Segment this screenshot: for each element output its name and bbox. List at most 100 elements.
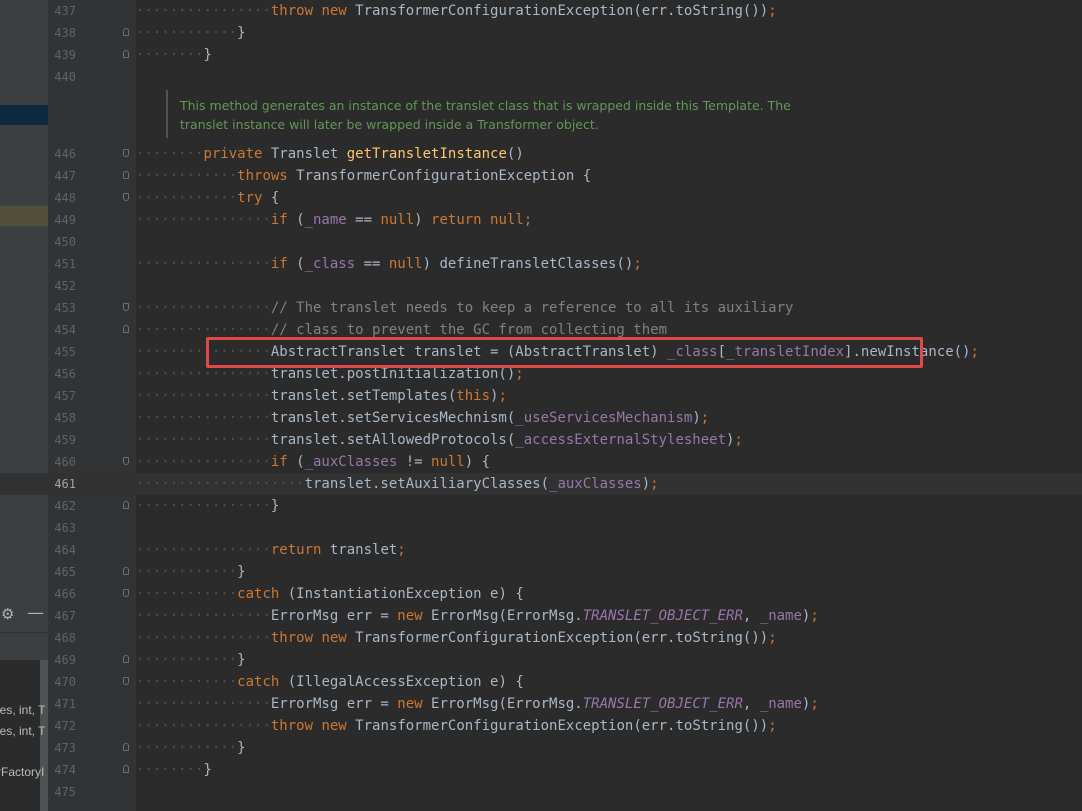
- line-number: 474: [54, 763, 76, 777]
- line-number: 461: [54, 477, 76, 491]
- code-line[interactable]: 437 ················throw new Transformer…: [0, 0, 1082, 22]
- fold-marker-icon[interactable]: [123, 193, 129, 201]
- code-line[interactable]: 450: [0, 231, 1082, 253]
- line-number: 449: [54, 213, 76, 227]
- code-line[interactable]: 457 ················translet.setTemplates…: [0, 385, 1082, 407]
- code-text: ············catch (IllegalAccessExceptio…: [136, 674, 524, 690]
- selected-tree-row[interactable]: [0, 105, 48, 125]
- code-line[interactable]: 448 ············try {: [0, 187, 1082, 209]
- code-line[interactable]: 446 ········private Translet getTransletI…: [0, 143, 1082, 165]
- line-number: 457: [54, 389, 76, 403]
- line-number: 446: [54, 147, 76, 161]
- code-line[interactable]: 472 ················throw new Transformer…: [0, 715, 1082, 737]
- line-number: 468: [54, 631, 76, 645]
- fold-marker-icon[interactable]: [123, 171, 129, 179]
- doc-comment-line: This method generates an instance of the…: [180, 98, 791, 113]
- code-line[interactable]: 466 ············catch (InstantiationExcep…: [0, 583, 1082, 605]
- code-text: ············}: [136, 652, 246, 668]
- fold-marker-icon[interactable]: [123, 501, 129, 509]
- line-number: 470: [54, 675, 76, 689]
- code-text: ····················translet.setAuxiliar…: [136, 476, 659, 492]
- line-number: 460: [54, 455, 76, 469]
- line-number: 440: [54, 70, 76, 84]
- code-text: ················throw new TransformerCon…: [136, 3, 777, 19]
- code-line[interactable]: 461 ····················translet.setAuxil…: [0, 473, 1082, 495]
- code-line[interactable]: 459 ················translet.setAllowedPr…: [0, 429, 1082, 451]
- fold-marker-icon[interactable]: [123, 149, 129, 157]
- code-line[interactable]: 463: [0, 517, 1082, 539]
- highlight-annotation-box: [206, 337, 923, 368]
- fold-marker-icon[interactable]: [123, 589, 129, 597]
- code-text: ············}: [136, 740, 246, 756]
- doc-comment-line: translet instance will later be wrapped …: [180, 117, 599, 132]
- code-text: ········private Translet getTransletInst…: [136, 146, 524, 162]
- code-line[interactable]: 438 ············}: [0, 22, 1082, 44]
- fold-marker-icon[interactable]: [123, 655, 129, 663]
- code-line[interactable]: 470 ············catch (IllegalAccessExcep…: [0, 671, 1082, 693]
- fold-marker-icon[interactable]: [123, 50, 129, 58]
- code-text: ········}: [136, 47, 212, 63]
- code-text: ················translet.setTemplates(th…: [136, 388, 507, 404]
- line-number: 472: [54, 719, 76, 733]
- code-line[interactable]: 462 ················}: [0, 495, 1082, 517]
- code-line[interactable]: 449 ················if (_name == null) re…: [0, 209, 1082, 231]
- line-number: 438: [54, 26, 76, 40]
- line-number: 454: [54, 323, 76, 337]
- code-text: ············try {: [136, 190, 280, 206]
- fold-marker-icon[interactable]: [123, 677, 129, 685]
- rendered-doc-comment: This method generates an instance of the…: [166, 90, 808, 138]
- code-line[interactable]: 464 ················return translet;: [0, 539, 1082, 561]
- code-text: ················ErrorMsg err = new Error…: [136, 696, 819, 712]
- code-text: ················if (_name == null) retur…: [136, 212, 533, 228]
- fold-marker-icon[interactable]: [123, 325, 129, 333]
- code-text: ············}: [136, 25, 246, 41]
- fold-marker-icon[interactable]: [123, 303, 129, 311]
- code-text: ················ErrorMsg err = new Error…: [136, 608, 819, 624]
- line-number: 453: [54, 301, 76, 315]
- code-line[interactable]: 440: [0, 66, 1082, 88]
- fold-marker-icon[interactable]: [123, 28, 129, 36]
- code-text: ········}: [136, 762, 212, 778]
- code-text: ················throw new TransformerCon…: [136, 718, 777, 734]
- fold-marker-icon[interactable]: [123, 567, 129, 575]
- line-number: 471: [54, 697, 76, 711]
- line-number: 469: [54, 653, 76, 667]
- line-number: 467: [54, 609, 76, 623]
- line-number: 459: [54, 433, 76, 447]
- code-text: ················// The translet needs to…: [136, 300, 794, 316]
- code-line[interactable]: 474 ········}: [0, 759, 1082, 781]
- fold-marker-icon[interactable]: [123, 457, 129, 465]
- line-number: 458: [54, 411, 76, 425]
- line-number: 464: [54, 543, 76, 557]
- line-number: 452: [54, 279, 76, 293]
- code-line[interactable]: 469 ············}: [0, 649, 1082, 671]
- code-line[interactable]: 460 ················if (_auxClasses != nu…: [0, 451, 1082, 473]
- code-line[interactable]: 439 ········}: [0, 44, 1082, 66]
- fold-marker-icon[interactable]: [123, 765, 129, 773]
- code-line[interactable]: 467 ················ErrorMsg err = new Er…: [0, 605, 1082, 627]
- line-number: 451: [54, 257, 76, 271]
- line-number: 473: [54, 741, 76, 755]
- code-line[interactable]: 475: [0, 781, 1082, 803]
- code-line[interactable]: 458 ················translet.setServicesM…: [0, 407, 1082, 429]
- code-line[interactable]: 447 ············throws TransformerConfigu…: [0, 165, 1082, 187]
- code-text: ············throws TransformerConfigurat…: [136, 168, 592, 184]
- code-text: ················if (_auxClasses != null)…: [136, 454, 491, 470]
- code-line[interactable]: 465 ············}: [0, 561, 1082, 583]
- code-line[interactable]: 468 ················throw new Transformer…: [0, 627, 1082, 649]
- code-line[interactable]: 451 ················if (_class == null) d…: [0, 253, 1082, 275]
- line-number: 437: [54, 4, 76, 18]
- line-number: 448: [54, 191, 76, 205]
- code-text: ················}: [136, 498, 280, 514]
- line-number: 463: [54, 521, 76, 535]
- line-number: 450: [54, 235, 76, 249]
- code-text: ················return translet;: [136, 542, 406, 558]
- line-number: 455: [54, 345, 76, 359]
- fold-marker-icon[interactable]: [123, 743, 129, 751]
- code-text: ················throw new TransformerCon…: [136, 630, 777, 646]
- code-line[interactable]: 473 ············}: [0, 737, 1082, 759]
- code-line[interactable]: 452: [0, 275, 1082, 297]
- code-line[interactable]: 471 ················ErrorMsg err = new Er…: [0, 693, 1082, 715]
- code-line[interactable]: 453 ················// The translet needs…: [0, 297, 1082, 319]
- code-text: ················if (_class == null) defi…: [136, 256, 642, 272]
